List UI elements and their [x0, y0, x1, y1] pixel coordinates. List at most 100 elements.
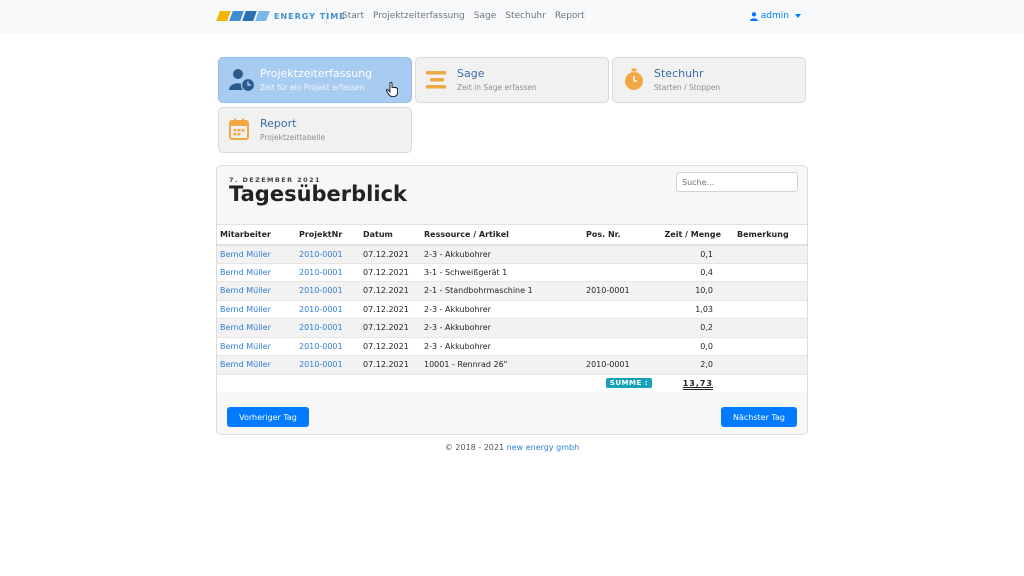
tile-projektzeiterfassung[interactable]: Projektzeiterfassung Zeit für ein Projek…: [218, 57, 412, 103]
table-row: Bernd Müller 2010-0001 07.12.2021 2-3 - …: [217, 299, 807, 319]
project-link[interactable]: 2010-0001: [299, 360, 343, 369]
table-row: Bernd Müller 2010-0001 07.12.2021 3-1 - …: [217, 262, 807, 282]
tile-subtitle: Zeit in Sage erfassen: [457, 83, 537, 92]
tile-sage[interactable]: Sage Zeit in Sage erfassen: [415, 57, 609, 103]
employee-link[interactable]: Bernd Müller: [220, 305, 271, 314]
nav-stechuhr[interactable]: Stechuhr: [505, 11, 546, 21]
employee-link[interactable]: Bernd Müller: [220, 268, 271, 277]
project-link[interactable]: 2010-0001: [299, 342, 343, 351]
user-name: admin: [760, 11, 789, 21]
navbar-divider: [326, 7, 327, 25]
employee-link[interactable]: Bernd Müller: [220, 360, 271, 369]
cell-bemerkung: [731, 262, 807, 282]
tile-subtitle: Projektzeittabelle: [260, 133, 326, 142]
column-header-zeit-menge[interactable]: Zeit / Menge: [656, 224, 731, 246]
cell-ressource: 10001 - Rennrad 26": [421, 355, 583, 374]
cell-bemerkung: [731, 281, 807, 300]
column-header-bemerkung[interactable]: Bemerkung: [731, 224, 807, 246]
table-summary-row: SUMME : 13,73: [217, 373, 807, 392]
cell-menge: 0,4: [656, 262, 731, 282]
daily-overview-table: Mitarbeiter ProjektNr Datum Ressource / …: [217, 224, 807, 392]
column-header-ressource[interactable]: Ressource / Artikel: [421, 224, 583, 246]
column-header-projektnr[interactable]: ProjektNr: [296, 224, 360, 246]
project-link[interactable]: 2010-0001: [299, 250, 343, 259]
cell-ressource: 2-3 - Akkubohrer: [421, 336, 583, 356]
tile-report[interactable]: Report Projektzeittabelle: [218, 107, 412, 153]
project-link[interactable]: 2010-0001: [299, 323, 343, 332]
main-nav: Start Projektzeiterfassung Sage Stechuhr…: [342, 11, 585, 21]
cell-datum: 07.12.2021: [360, 318, 421, 337]
cell-datum: 07.12.2021: [360, 299, 421, 319]
cell-datum: 07.12.2021: [360, 281, 421, 300]
table-row: Bernd Müller 2010-0001 07.12.2021 2-1 - …: [217, 281, 807, 300]
table-row: Bernd Müller 2010-0001 07.12.2021 2-3 - …: [217, 318, 807, 337]
employee-link[interactable]: Bernd Müller: [220, 286, 271, 295]
page-title: Tagesüberblick: [227, 182, 409, 209]
column-header-pos-nr[interactable]: Pos. Nr.: [583, 224, 656, 246]
table-row: Bernd Müller 2010-0001 07.12.2021 2-3 - …: [217, 336, 807, 356]
cell-datum: 07.12.2021: [360, 262, 421, 282]
summe-badge: SUMME :: [605, 378, 652, 389]
cell-menge: 0,0: [656, 336, 731, 356]
tile-title: Projektzeiterfassung: [260, 67, 373, 80]
cell-menge: 0,1: [656, 244, 731, 263]
nav-projektzeiterfassung[interactable]: Projektzeiterfassung: [373, 11, 465, 21]
cell-ressource: 3-1 - Schweißgerät 1: [421, 262, 583, 282]
align-lines-icon: [426, 68, 450, 92]
cell-pos-nr: [583, 244, 656, 263]
project-link[interactable]: 2010-0001: [299, 286, 343, 295]
employee-link[interactable]: Bernd Müller: [220, 323, 271, 332]
table-row: Bernd Müller 2010-0001 07.12.2021 2-3 - …: [217, 244, 807, 263]
table-row: Bernd Müller 2010-0001 07.12.2021 10001 …: [217, 355, 807, 374]
cell-bemerkung: [731, 318, 807, 337]
employee-link[interactable]: Bernd Müller: [220, 250, 271, 259]
user-clock-icon: [229, 68, 256, 93]
tile-stechuhr[interactable]: Stechuhr Starten / Stoppen: [612, 57, 806, 103]
next-day-button[interactable]: Nächster Tag: [721, 407, 797, 427]
chevron-down-icon: [795, 14, 801, 18]
cell-bemerkung: [731, 299, 807, 319]
user-menu-dropdown[interactable]: admin: [749, 11, 801, 21]
user-icon: [749, 11, 758, 21]
project-link[interactable]: 2010-0001: [299, 305, 343, 314]
cell-pos-nr: 2010-0001: [583, 281, 656, 300]
nav-sage[interactable]: Sage: [474, 11, 496, 21]
cell-menge: 1,03: [656, 299, 731, 319]
nav-start[interactable]: Start: [342, 11, 364, 21]
cell-pos-nr: [583, 318, 656, 337]
company-link[interactable]: new energy gmbh: [507, 443, 580, 452]
cell-bemerkung: [731, 244, 807, 263]
cell-datum: 07.12.2021: [360, 336, 421, 356]
energy-time-logo: [216, 11, 270, 21]
cell-pos-nr: [583, 299, 656, 319]
cell-menge: 2,0: [656, 355, 731, 374]
stopwatch-icon: [623, 68, 647, 92]
cell-bemerkung: [731, 336, 807, 356]
cell-datum: 07.12.2021: [360, 355, 421, 374]
hand-pointer-cursor-icon: [386, 81, 398, 100]
cell-pos-nr: [583, 336, 656, 356]
cell-menge: 10,0: [656, 281, 731, 300]
column-header-datum[interactable]: Datum: [360, 224, 421, 246]
search-input[interactable]: [676, 172, 798, 192]
daily-overview-card: 7. DEZEMBER 2021 Tagesüberblick Mitarbei…: [216, 165, 808, 435]
cell-menge: 0,2: [656, 318, 731, 337]
page-title-text: Tagesüberblick: [229, 182, 407, 206]
top-navbar: ENERGY TIME Start Projektzeiterfassung S…: [0, 0, 1024, 34]
summe-value: 13,73: [682, 378, 713, 388]
cell-pos-nr: [583, 262, 656, 282]
employee-link[interactable]: Bernd Müller: [220, 342, 271, 351]
previous-day-button[interactable]: Vorheriger Tag: [227, 407, 309, 427]
cell-datum: 07.12.2021: [360, 244, 421, 263]
project-link[interactable]: 2010-0001: [299, 268, 343, 277]
copyright-text: © 2018 - 2021: [444, 443, 507, 452]
column-header-mitarbeiter[interactable]: Mitarbeiter: [217, 224, 296, 246]
nav-report[interactable]: Report: [555, 11, 585, 21]
cell-ressource: 2-3 - Akkubohrer: [421, 318, 583, 337]
page-footer: © 2018 - 2021 new energy gmbh: [0, 443, 1024, 452]
tile-title: Report: [260, 117, 297, 130]
tile-title: Sage: [457, 67, 485, 80]
calendar-icon: [229, 118, 253, 142]
cell-ressource: 2-1 - Standbohrmaschine 1: [421, 281, 583, 300]
brand-name: ENERGY TIME: [274, 11, 346, 21]
